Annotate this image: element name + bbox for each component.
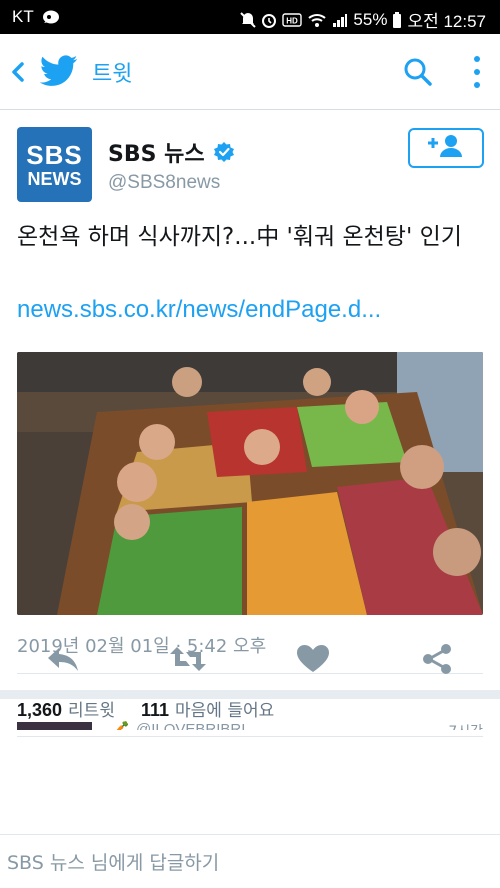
tweet-photo[interactable]	[17, 352, 483, 615]
clock: 오전 12:57	[407, 12, 486, 31]
avatar-logo-line2: NEWS	[27, 168, 82, 189]
reply-preview[interactable]: 🥕 @ILOVEBRIBRI 7시간	[0, 710, 500, 730]
add-user-icon	[426, 133, 466, 163]
notification-icon	[42, 9, 59, 25]
back-arrow-icon[interactable]	[8, 58, 30, 86]
twitter-bird-icon	[39, 54, 78, 88]
carrier-label: KT	[12, 7, 34, 26]
tweet-text: 온천욕 하며 식사까지?...中 '훠궈 온천탕' 인기	[17, 224, 462, 250]
avatar-logo-line1: SBS	[26, 139, 83, 170]
battery-percent: 55%	[353, 9, 388, 29]
author-handle: @SBS8news	[108, 172, 221, 193]
reply-emoji-icon: 🥕	[114, 720, 129, 730]
mute-icon	[240, 11, 257, 28]
signal-icon	[332, 12, 348, 28]
battery-icon	[392, 11, 402, 28]
reply-time: 7시간	[448, 721, 483, 730]
divider	[17, 736, 483, 737]
hd-icon: HD	[282, 12, 303, 28]
app-bar: 트윗	[0, 34, 500, 110]
alarm-icon	[261, 12, 277, 28]
search-icon[interactable]	[402, 56, 434, 88]
section-separator	[0, 690, 500, 699]
like-heart-icon[interactable]	[296, 644, 332, 674]
reply-avatar	[17, 722, 92, 730]
reply-icon[interactable]	[45, 644, 81, 674]
verified-badge-icon	[213, 141, 235, 163]
author-name[interactable]: SBS 뉴스	[108, 136, 235, 168]
page-title: 트윗	[92, 62, 133, 87]
author-name-text: SBS 뉴스	[108, 142, 205, 167]
svg-text:HD: HD	[287, 16, 299, 25]
reply-composer[interactable]: SBS 뉴스 님에게 답글하기	[0, 834, 500, 888]
more-options-icon[interactable]	[472, 54, 482, 90]
share-icon[interactable]	[421, 644, 457, 674]
reply-input[interactable]: SBS 뉴스 님에게 답글하기	[7, 848, 219, 875]
avatar[interactable]: SBS NEWS	[17, 127, 92, 202]
status-bar: KT HD 55% 오전 12:57	[0, 0, 500, 34]
tweet-link[interactable]: news.sbs.co.kr/news/endPage.d...	[17, 296, 381, 324]
retweet-icon[interactable]	[168, 644, 206, 674]
tweet-actions	[0, 640, 500, 680]
wifi-icon	[307, 12, 327, 28]
follow-button[interactable]	[408, 128, 484, 168]
reply-handle: @ILOVEBRIBRI	[136, 721, 246, 730]
